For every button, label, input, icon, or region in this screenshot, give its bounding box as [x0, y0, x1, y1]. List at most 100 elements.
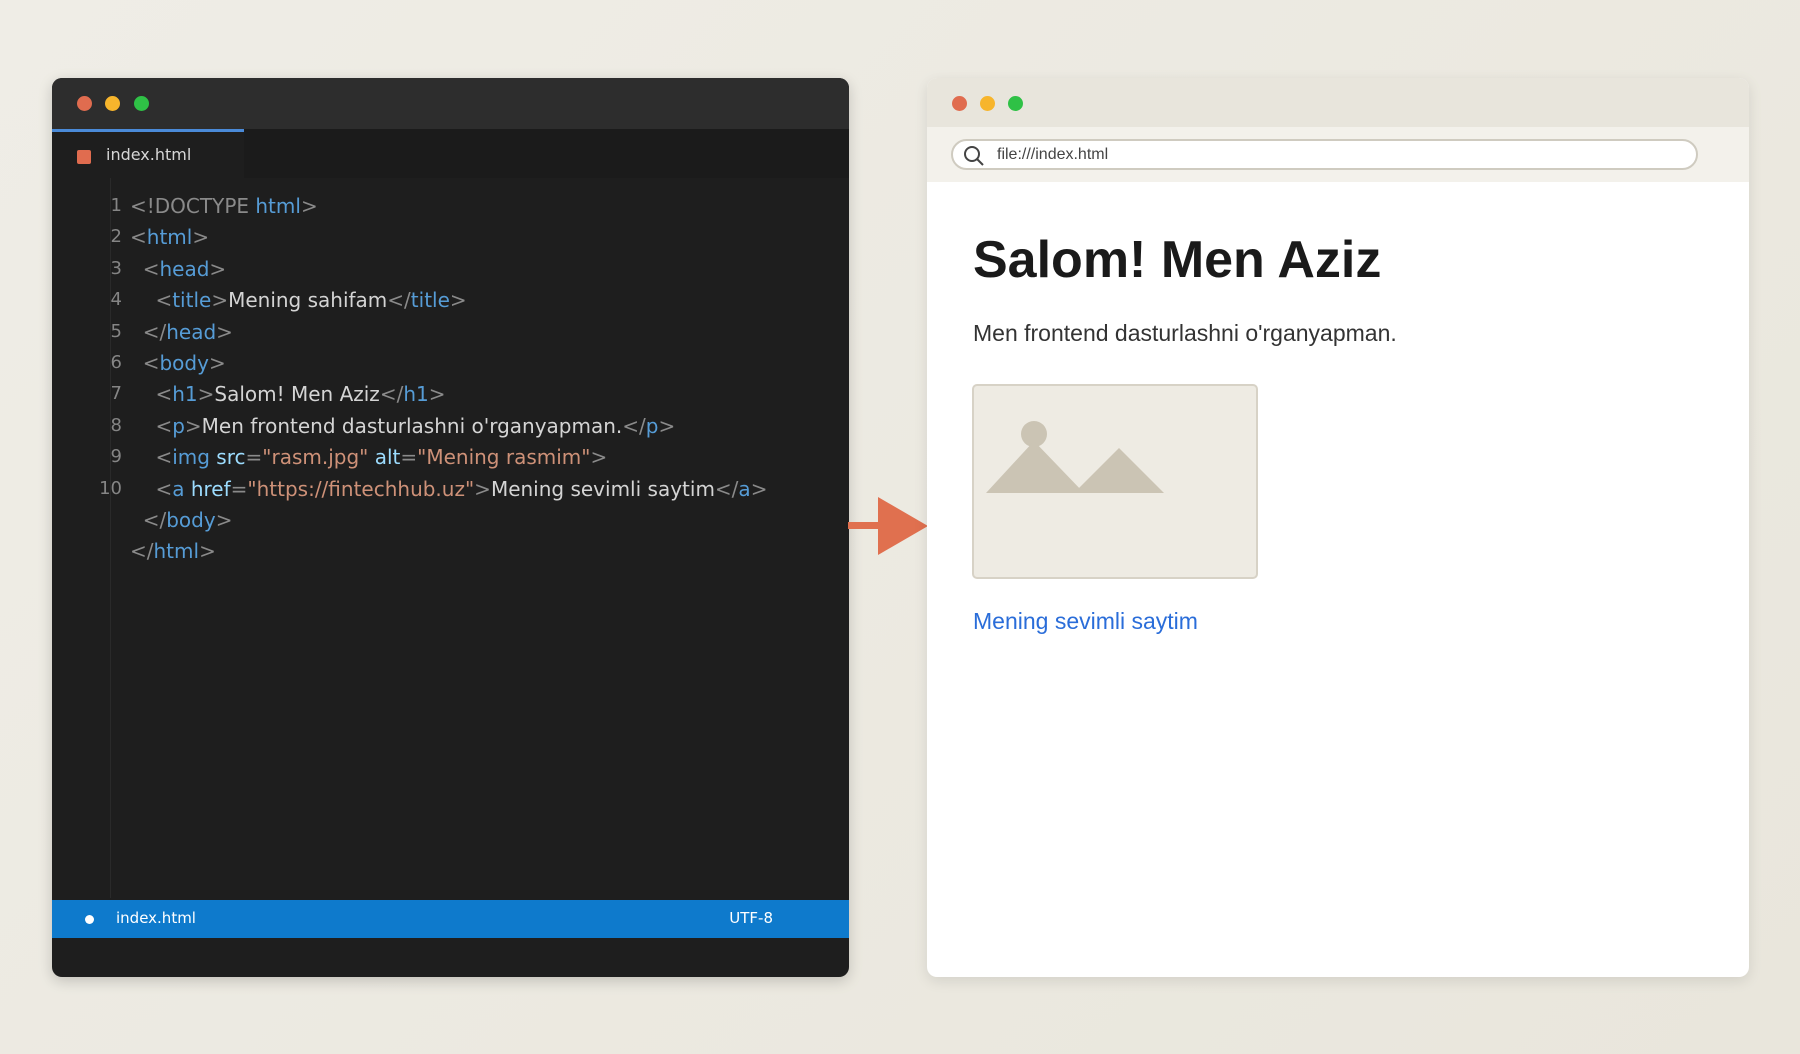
- code-token: </: [142, 319, 167, 344]
- code-token: >: [216, 319, 233, 344]
- url-text: file:///index.html: [997, 146, 1109, 163]
- code-token: title: [410, 288, 450, 313]
- html-file-icon: [77, 150, 91, 164]
- search-icon: [964, 146, 984, 166]
- code-token: <: [155, 476, 173, 501]
- code-token: src: [216, 445, 246, 470]
- code-token: >: [300, 194, 318, 218]
- code-line[interactable]: </html>: [52, 533, 849, 569]
- code-token: Mening sahifam: [228, 288, 388, 313]
- code-token: >: [197, 382, 215, 407]
- page-paragraph: Men frontend dasturlashni o'rganyapman.: [973, 320, 1397, 346]
- code-token: head: [166, 319, 217, 344]
- code-editor-window: index.html 1 <!DOCTYPE html> 2 <html> 3 <hea…: [52, 78, 849, 977]
- code-token: </: [379, 382, 404, 407]
- code-token: >: [590, 445, 608, 470]
- unsaved-dot-icon: [85, 915, 94, 924]
- code-token: >: [211, 288, 229, 313]
- code-token: =: [245, 445, 263, 470]
- code-token: html: [255, 194, 301, 218]
- image-placeholder-icon: [986, 421, 1164, 493]
- code-token: <: [155, 288, 173, 313]
- code-token: body: [166, 508, 216, 532]
- code-token: p: [172, 413, 185, 438]
- code-token: html: [153, 539, 200, 564]
- code-token: </: [622, 413, 646, 438]
- code-token: <: [130, 225, 147, 250]
- code-token: >: [192, 225, 210, 250]
- code-token: Men frontend dasturlashni o'rganyapman.: [201, 413, 623, 438]
- code-token: a: [172, 476, 191, 501]
- code-token: >: [215, 508, 233, 532]
- code-token: <: [155, 445, 173, 470]
- code-token: >: [209, 256, 227, 281]
- code-token: href: [190, 476, 231, 501]
- status-encoding[interactable]: UTF-8: [729, 909, 773, 927]
- code-token: </: [130, 539, 154, 564]
- code-area[interactable]: 1 <!DOCTYPE html> 2 <html> 3 <head> 4 <title>…: [52, 178, 849, 898]
- code-token: title: [172, 288, 212, 313]
- code-token: <: [142, 256, 160, 281]
- address-bar[interactable]: file:///index.html: [951, 139, 1698, 170]
- maximize-window-button[interactable]: [1008, 96, 1023, 111]
- code-token: =: [230, 476, 248, 501]
- code-token: >: [184, 413, 202, 438]
- code-token: html: [146, 225, 193, 250]
- code-token: >: [428, 382, 446, 407]
- code-token: "rasm.jpg": [262, 445, 369, 470]
- arrow-right-icon: [848, 497, 928, 555]
- code-token: a: [738, 476, 751, 501]
- code-token: <: [155, 413, 173, 438]
- code-token: >: [199, 539, 216, 564]
- code-token: >: [474, 476, 491, 501]
- address-bar-area: file:///index.html: [927, 127, 1749, 182]
- code-token: </: [142, 508, 167, 532]
- code-token: Mening sevimli saytim: [490, 476, 715, 501]
- browser-titlebar: [927, 78, 1749, 127]
- code-token: >: [208, 351, 226, 375]
- code-token: <!DOCTYPE: [130, 194, 256, 218]
- close-window-button[interactable]: [952, 96, 967, 111]
- page-heading: Salom! Men Aziz: [973, 231, 1382, 289]
- code-token: img: [172, 445, 217, 470]
- code-token: >: [658, 413, 676, 438]
- code-token: h1: [403, 382, 429, 407]
- code-token: head: [159, 256, 210, 281]
- browser-window: file:///index.html Salom! Men Aziz Men f…: [927, 78, 1749, 977]
- code-token: <: [155, 382, 173, 407]
- code-text: </html>: [130, 533, 216, 569]
- tab-label: index.html: [106, 145, 192, 164]
- code-token: </: [387, 288, 411, 313]
- image-placeholder: [972, 384, 1258, 579]
- tab-index-html[interactable]: index.html: [52, 129, 244, 178]
- minimize-window-button[interactable]: [980, 96, 995, 111]
- code-token: h1: [172, 382, 198, 407]
- status-bar: index.html UTF-8: [52, 900, 849, 938]
- status-file-name: index.html: [116, 909, 196, 927]
- code-token: >: [750, 476, 768, 501]
- code-token: p: [645, 413, 659, 438]
- code-token: </: [714, 476, 739, 501]
- close-window-button[interactable]: [77, 96, 92, 111]
- maximize-window-button[interactable]: [134, 96, 149, 111]
- code-token: >: [449, 288, 467, 313]
- code-token: body: [159, 351, 209, 375]
- code-token: Salom! Men Aziz: [214, 382, 380, 407]
- code-token: "https://fintechhub.uz": [247, 476, 475, 501]
- minimize-window-button[interactable]: [105, 96, 120, 111]
- editor-titlebar: [52, 78, 849, 129]
- code-token: "Mening rasmim": [417, 445, 591, 470]
- code-token: alt: [374, 445, 401, 470]
- editor-tabbar: index.html: [52, 129, 849, 178]
- code-token: <: [142, 351, 160, 375]
- code-token: =: [400, 445, 418, 470]
- favorite-site-link[interactable]: Mening sevimli saytim: [973, 608, 1198, 635]
